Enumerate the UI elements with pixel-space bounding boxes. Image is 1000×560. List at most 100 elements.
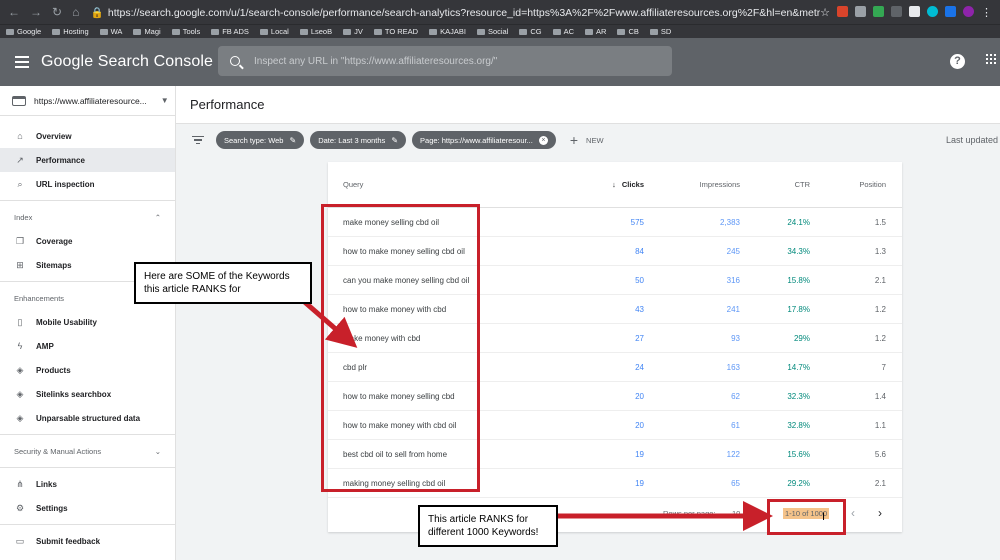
col-header-position[interactable]: Position [810,180,886,189]
address-bar[interactable]: 🔒 https://search.google.com/u/1/search-co… [91,6,820,19]
browser-toolbar: ← → ↻ ⌂ 🔒 https://search.google.com/u/1/s… [0,0,1000,24]
bookmark-item[interactable]: JV [343,27,363,36]
extension-icon[interactable] [945,5,956,17]
bookmark-item[interactable]: Google [6,27,41,36]
bookmark-item[interactable]: Tools [171,27,200,36]
folder-icon [552,28,561,35]
bookmark-item[interactable]: Local [259,27,289,36]
property-selector[interactable]: https://www.affiliateresource... ▼ [0,86,175,116]
cell-impressions: 2,383 [719,217,740,227]
filter-icon[interactable] [192,136,204,144]
sidebar-item-url-inspection[interactable]: ⌕ URL inspection [0,172,175,196]
filter-chip-page[interactable]: Page: https://www.affiliateresour... × [412,131,556,149]
rows-per-page-select[interactable]: 10 ▾ [732,509,756,518]
divider [0,434,175,435]
edit-icon[interactable]: ✎ [391,136,398,145]
url-text: https://search.google.com/u/1/search-con… [107,6,821,19]
bookmark-item[interactable]: CB [617,27,639,36]
cell-clicks: 20 [635,391,644,401]
sidebar-item-overview[interactable]: ⌂ Overview [0,124,175,148]
cell-clicks: 27 [635,333,644,343]
reload-icon[interactable]: ↻ [52,5,62,19]
cell-clicks: 19 [635,449,644,459]
col-header-impressions[interactable]: Impressions [646,180,740,189]
sidebar-item-performance[interactable]: ↗ Performance [0,148,175,172]
bookmark-item[interactable]: AC [552,27,574,36]
extension-icon[interactable] [909,5,920,17]
cell-position: 1.5 [874,217,886,227]
bookmark-item[interactable]: Social [476,27,508,36]
folder-icon [343,28,352,35]
search-icon: ⌕ [17,178,23,189]
bookmark-item[interactable]: KAJABI [429,27,466,36]
table-header: Query ↓ Clicks Impressions CTR Position [328,162,902,208]
sidebar-item-products[interactable]: ◈ Products [0,358,175,382]
chevron-left-icon[interactable]: ‹ [851,506,855,520]
folder-icon [6,28,14,35]
search-icon [230,56,240,66]
phone-icon: ▯ [17,316,23,327]
bookmark-item[interactable]: FB ADS [211,27,249,36]
folder-icon [259,28,268,35]
cell-ctr: 15.8% [787,275,810,285]
bookmark-item[interactable]: WA [99,27,122,36]
bookmark-item[interactable]: Hosting [52,27,89,36]
sidebar-item-unparsable[interactable]: ◈ Unparsable structured data [0,406,175,430]
star-icon[interactable]: ☆ [820,6,830,19]
bookmark-item[interactable]: Magi [133,27,161,36]
bookmark-item[interactable]: LseoB [299,27,332,36]
edit-icon[interactable]: ✎ [289,136,296,145]
cell-impressions: 163 [726,362,740,372]
cell-ctr: 15.6% [787,449,810,459]
col-header-query[interactable]: Query [328,180,558,189]
chevron-up-icon: ⌃ [154,212,161,222]
property-icon [12,95,26,106]
extension-icon[interactable] [963,5,974,17]
cell-impressions: 65 [731,478,740,488]
back-icon[interactable]: ← [8,5,20,19]
filter-chip-date[interactable]: Date: Last 3 months ✎ [310,131,407,149]
col-header-ctr[interactable]: CTR [740,180,810,189]
chevron-right-icon[interactable]: › [878,506,882,520]
forward-icon[interactable]: → [30,5,42,19]
divider [0,467,175,468]
section-index[interactable]: Index ⌃ [0,205,175,229]
extension-icon[interactable] [927,5,938,17]
extension-icon[interactable] [837,5,848,17]
menu-icon[interactable] [15,56,29,68]
new-filter-button[interactable]: + NEW [570,132,604,148]
col-header-clicks[interactable]: ↓ Clicks [558,180,646,189]
sidebar-item-mobile-usability[interactable]: ▯ Mobile Usability [0,310,175,334]
extension-icon[interactable] [873,5,884,17]
sidebar-item-links[interactable]: ⋔ Links [0,472,175,496]
close-icon[interactable]: × [538,135,548,145]
more-icon[interactable]: ⋮ [981,6,992,19]
url-inspect-input[interactable]: Inspect any URL in "https://www.affiliat… [218,46,672,76]
cell-impressions: 245 [726,246,740,256]
cell-ctr: 32.3% [787,391,810,401]
extension-icon[interactable] [891,5,902,17]
links-icon: ⋔ [16,478,24,489]
apps-icon[interactable] [986,54,996,64]
bookmarks-bar: Google Hosting WA Magi Tools FB ADS Loca… [0,24,1000,38]
help-icon[interactable]: ? [950,54,965,69]
layers-icon: ◈ [16,364,24,375]
sidebar-item-settings[interactable]: ⚙ Settings [0,496,175,520]
sidebar-item-coverage[interactable]: ❐ Coverage [0,229,175,253]
sidebar-item-sitelinks-searchbox[interactable]: ◈ Sitelinks searchbox [0,382,175,406]
bookmark-item[interactable]: TO READ [373,27,418,36]
bookmark-item[interactable]: SD [649,27,671,36]
sidebar-item-amp[interactable]: ϟ AMP [0,334,175,358]
sidebar-item-feedback[interactable]: ▭ Submit feedback [0,529,175,553]
app-brand: Google Search Console [41,53,213,70]
extension-icon[interactable] [855,5,866,17]
bookmark-item[interactable]: CG [519,27,542,36]
section-security[interactable]: Security & Manual Actions ⌄ [0,439,175,463]
cell-ctr: 24.1% [787,217,810,227]
filter-chip-search-type[interactable]: Search type: Web ✎ [216,131,305,149]
bookmark-item[interactable]: AR [585,27,606,36]
cell-clicks: 43 [635,304,644,314]
home-icon[interactable]: ⌂ [72,5,79,19]
folder-icon [585,28,594,35]
keywords-highlight-box [321,204,480,492]
